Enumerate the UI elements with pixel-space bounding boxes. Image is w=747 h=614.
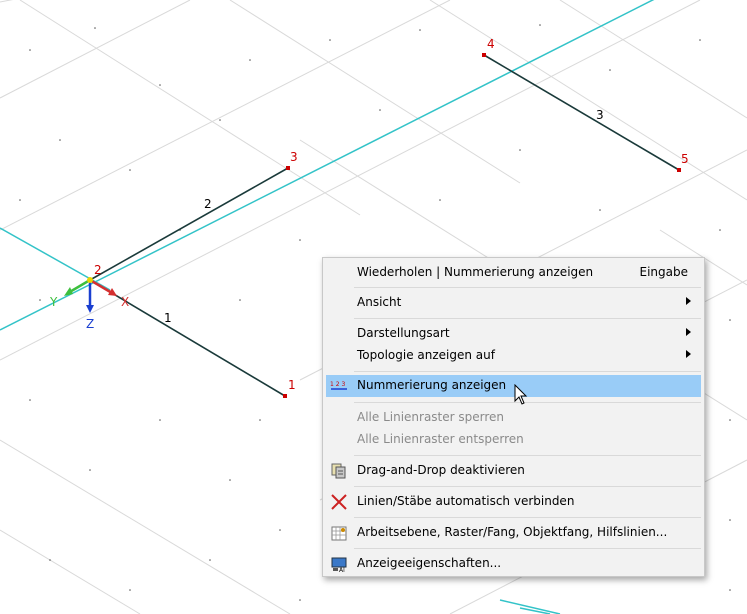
submenu-arrow-icon xyxy=(686,297,691,305)
coordinate-axes: Y X Z xyxy=(49,277,129,331)
menu-item-display-mode[interactable]: Darstellungsart xyxy=(326,323,701,345)
menu-item-label: Anzeigeeigenschaften... xyxy=(357,556,502,570)
grid-snap-icon xyxy=(331,526,347,541)
display-properties-icon: Al xyxy=(331,557,347,573)
menu-item-repeat-numbering[interactable]: Wiederholen | Nummerierung anzeigen Eing… xyxy=(326,262,701,284)
menu-item-label: Alle Linienraster sperren xyxy=(357,410,505,424)
menu-item-view[interactable]: Ansicht xyxy=(326,292,701,314)
drag-drop-icon xyxy=(331,463,346,479)
svg-text:Al: Al xyxy=(339,567,345,573)
node-label-3: 3 xyxy=(290,150,298,164)
axis-label-y: Y xyxy=(49,295,58,309)
submenu-arrow-icon xyxy=(686,350,691,358)
menu-item-label: Ansicht xyxy=(357,295,402,309)
menu-separator xyxy=(354,517,701,518)
node-label-2: 2 xyxy=(94,263,102,277)
axis-label-x: X xyxy=(121,295,129,309)
menu-item-auto-connect-lines[interactable]: Linien/Stäbe automatisch verbinden xyxy=(326,491,701,513)
menu-item-label: Nummerierung anzeigen xyxy=(357,378,507,392)
menu-item-workplane-grid-snap[interactable]: Arbeitsebene, Raster/Fang, Objektfang, H… xyxy=(326,522,701,544)
menu-item-label: Darstellungsart xyxy=(357,326,450,340)
node-label-5: 5 xyxy=(681,152,689,166)
menu-item-label: Linien/Stäbe automatisch verbinden xyxy=(357,494,575,508)
menu-separator xyxy=(354,548,701,549)
menu-item-lock-grids[interactable]: Alle Linienraster sperren xyxy=(326,407,701,429)
mouse-pointer-icon xyxy=(514,384,528,405)
menu-separator xyxy=(354,486,701,487)
menu-separator xyxy=(354,318,701,319)
axis-label-z: Z xyxy=(86,317,94,331)
line-label-3: 3 xyxy=(596,108,604,122)
menu-item-disable-drag-drop[interactable]: Drag-and-Drop deaktivieren xyxy=(326,460,701,482)
line-1 xyxy=(89,279,286,397)
node-5 xyxy=(677,168,681,172)
menu-item-label: Alle Linienraster entsperren xyxy=(357,432,524,446)
menu-item-label: Arbeitsebene, Raster/Fang, Objektfang, H… xyxy=(357,525,668,539)
menu-item-topology-on[interactable]: Topologie anzeigen auf xyxy=(326,345,701,367)
numbering-icon: 1 2 3 xyxy=(330,381,347,390)
submenu-arrow-icon xyxy=(686,328,691,336)
node-label-1: 1 xyxy=(288,378,296,392)
line-label-2: 2 xyxy=(204,197,212,211)
connect-lines-icon xyxy=(331,494,347,510)
menu-separator xyxy=(354,455,701,456)
line-label-1: 1 xyxy=(164,311,172,325)
node-1 xyxy=(283,394,287,398)
menu-separator xyxy=(354,287,701,288)
line-3 xyxy=(483,54,680,171)
menu-separator xyxy=(354,371,701,372)
menu-item-label: Drag-and-Drop deaktivieren xyxy=(357,463,525,477)
node-label-4: 4 xyxy=(487,37,495,51)
node-4 xyxy=(482,53,486,57)
menu-item-label: Wiederholen | Nummerierung anzeigen xyxy=(357,265,594,279)
menu-item-display-properties[interactable]: Al Anzeigeeigenschaften... xyxy=(326,553,701,575)
menu-item-label: Topologie anzeigen auf xyxy=(357,348,495,362)
menu-item-shortcut: Eingabe xyxy=(639,265,689,279)
svg-text:1 2 3: 1 2 3 xyxy=(330,381,345,388)
node-3 xyxy=(286,166,290,170)
menu-item-unlock-grids[interactable]: Alle Linienraster entsperren xyxy=(326,429,701,451)
context-menu: Wiederholen | Nummerierung anzeigen Eing… xyxy=(322,257,705,577)
